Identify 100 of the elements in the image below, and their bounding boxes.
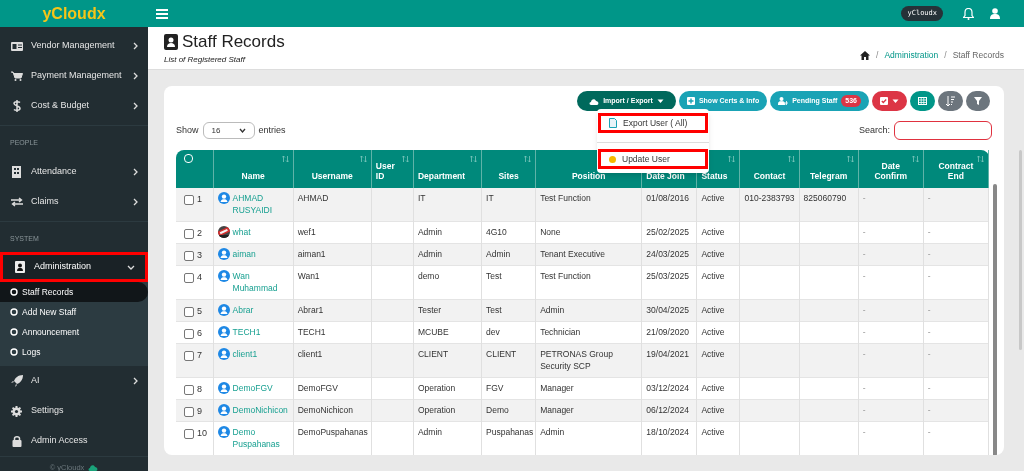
table-cell: PETRONAS Group Security SCP — [540, 349, 613, 371]
search-field[interactable] — [894, 121, 992, 140]
staff-name-link[interactable]: Demo Puspahanas — [232, 426, 289, 450]
select-button[interactable] — [872, 91, 907, 111]
bell-icon[interactable] — [963, 7, 974, 20]
staff-name-link[interactable]: AHMAD RUSYAIDI — [232, 192, 289, 216]
table-cell: Test Function — [540, 193, 591, 203]
entries-select[interactable]: 16 — [202, 122, 255, 139]
row-checkbox[interactable] — [184, 428, 194, 439]
table-cell: Active — [701, 427, 725, 437]
table-cell: 25/03/2025 — [646, 271, 689, 281]
sort-icon — [787, 156, 795, 162]
table-cell: Active — [701, 227, 725, 237]
column-header[interactable]: Date Confirm — [869, 160, 912, 182]
column-header[interactable]: Sites — [498, 171, 519, 182]
chevron-icon — [127, 264, 135, 270]
table-cell: Test — [486, 305, 502, 315]
column-header[interactable]: Position — [571, 171, 606, 182]
sidebar-item[interactable]: Claims — [0, 186, 148, 217]
breadcrumb-separator: / — [876, 49, 879, 62]
staff-name-link[interactable]: client1 — [232, 348, 258, 360]
column-header[interactable]: User ID — [375, 160, 398, 182]
table-cell: - — [862, 427, 866, 437]
table-cell: 06/12/2024 — [646, 405, 689, 415]
sidebar-item[interactable]: Attendance — [0, 156, 148, 187]
row-number: 9 — [197, 405, 202, 418]
staff-name-link[interactable]: TECH1 — [232, 326, 261, 338]
select-all-checkbox[interactable] — [184, 154, 193, 163]
sidebar-item[interactable]: Administration — [0, 252, 148, 282]
table-cell: Admin — [540, 427, 565, 437]
table-cell: Test Function — [540, 271, 591, 281]
update-user-menu-item[interactable]: Update User — [598, 149, 708, 169]
staff-name-link[interactable]: Abrar — [232, 304, 254, 316]
sort-icon — [846, 156, 854, 162]
row-checkbox[interactable] — [184, 350, 194, 361]
row-checkbox[interactable] — [184, 272, 194, 283]
staff-name-link[interactable]: what — [232, 226, 251, 238]
table-cell: - — [862, 383, 866, 393]
filter-button[interactable] — [966, 91, 990, 111]
user-avatar-icon — [217, 382, 230, 394]
contact-book-icon — [14, 261, 25, 273]
submenu-item[interactable]: Announcement — [0, 322, 148, 342]
sort-button[interactable] — [938, 91, 963, 111]
breadcrumb-link[interactable]: Administration — [884, 49, 939, 62]
table-cell: CLIENT — [417, 349, 449, 359]
search-label: Search: — [858, 123, 890, 137]
row-checkbox[interactable] — [184, 250, 194, 261]
table-cell: Abrar1 — [297, 305, 324, 315]
row-checkbox[interactable] — [184, 384, 194, 395]
staff-name-link[interactable]: DemoNichicon — [232, 404, 288, 416]
cart-icon — [10, 71, 23, 81]
row-checkbox[interactable] — [184, 328, 194, 339]
caret-icon — [656, 98, 664, 104]
sidebar-item[interactable]: Admin Access — [0, 426, 148, 456]
table-cell: Manager — [540, 383, 574, 393]
row-checkbox[interactable] — [184, 406, 194, 417]
submenu-item[interactable]: Logs — [0, 342, 148, 362]
column-header[interactable]: Telegram — [810, 171, 848, 182]
staff-name-link[interactable]: aiman — [232, 248, 256, 260]
staff-name-link[interactable]: DemoFGV — [232, 382, 273, 394]
column-header[interactable]: Date Join — [646, 171, 685, 182]
row-checkbox[interactable] — [184, 228, 194, 239]
submenu-item[interactable]: Add New Staff — [0, 302, 148, 322]
menu-icon[interactable] — [156, 8, 168, 19]
row-number: 6 — [197, 327, 202, 340]
table-cell: - — [927, 193, 931, 203]
column-header[interactable]: Contact — [753, 171, 786, 182]
sidebar-item[interactable]: Cost & Budget — [0, 91, 148, 121]
table-cell: Active — [701, 249, 725, 259]
home-icon[interactable] — [860, 50, 871, 60]
page-scrollbar[interactable] — [1019, 150, 1022, 350]
sidebar-item[interactable]: Payment Management — [0, 61, 148, 91]
submenu-item[interactable]: Staff Records — [0, 282, 148, 302]
table-cell: 01/08/2016 — [646, 193, 689, 203]
table-cell: Manager — [540, 405, 574, 415]
chevron-icon — [133, 102, 138, 110]
column-header[interactable]: Status — [701, 171, 728, 182]
table-view-button[interactable] — [910, 91, 935, 111]
staff-name-link[interactable]: Wan Muhammad — [232, 270, 289, 294]
table-cell: 19/04/2021 — [646, 349, 689, 359]
column-header[interactable]: Name — [241, 171, 265, 182]
sidebar-item[interactable]: Settings — [0, 396, 148, 426]
sidebar-item[interactable]: AI — [0, 366, 148, 396]
sidebar-item[interactable]: Vendor Management — [0, 31, 148, 61]
table-cell: 25/02/2025 — [646, 227, 689, 237]
id-card-icon — [10, 41, 23, 51]
column-header[interactable]: Contract End — [934, 160, 977, 182]
column-header[interactable]: Username — [311, 171, 353, 182]
breadcrumb-separator: / — [944, 49, 947, 62]
table-cell: CLIENT — [486, 349, 517, 359]
column-header[interactable]: Department — [417, 171, 466, 182]
export-user-menu-item[interactable]: Export User ( All) — [598, 113, 708, 133]
scrollbar[interactable] — [993, 184, 997, 455]
table-cell: Admin — [417, 227, 442, 237]
table-cell: MCUBE — [417, 327, 449, 337]
table-cell: Technician — [540, 327, 581, 337]
table-cell: Active — [701, 193, 725, 203]
row-checkbox[interactable] — [184, 194, 194, 205]
user-icon[interactable] — [990, 8, 1000, 19]
row-checkbox[interactable] — [184, 306, 194, 317]
